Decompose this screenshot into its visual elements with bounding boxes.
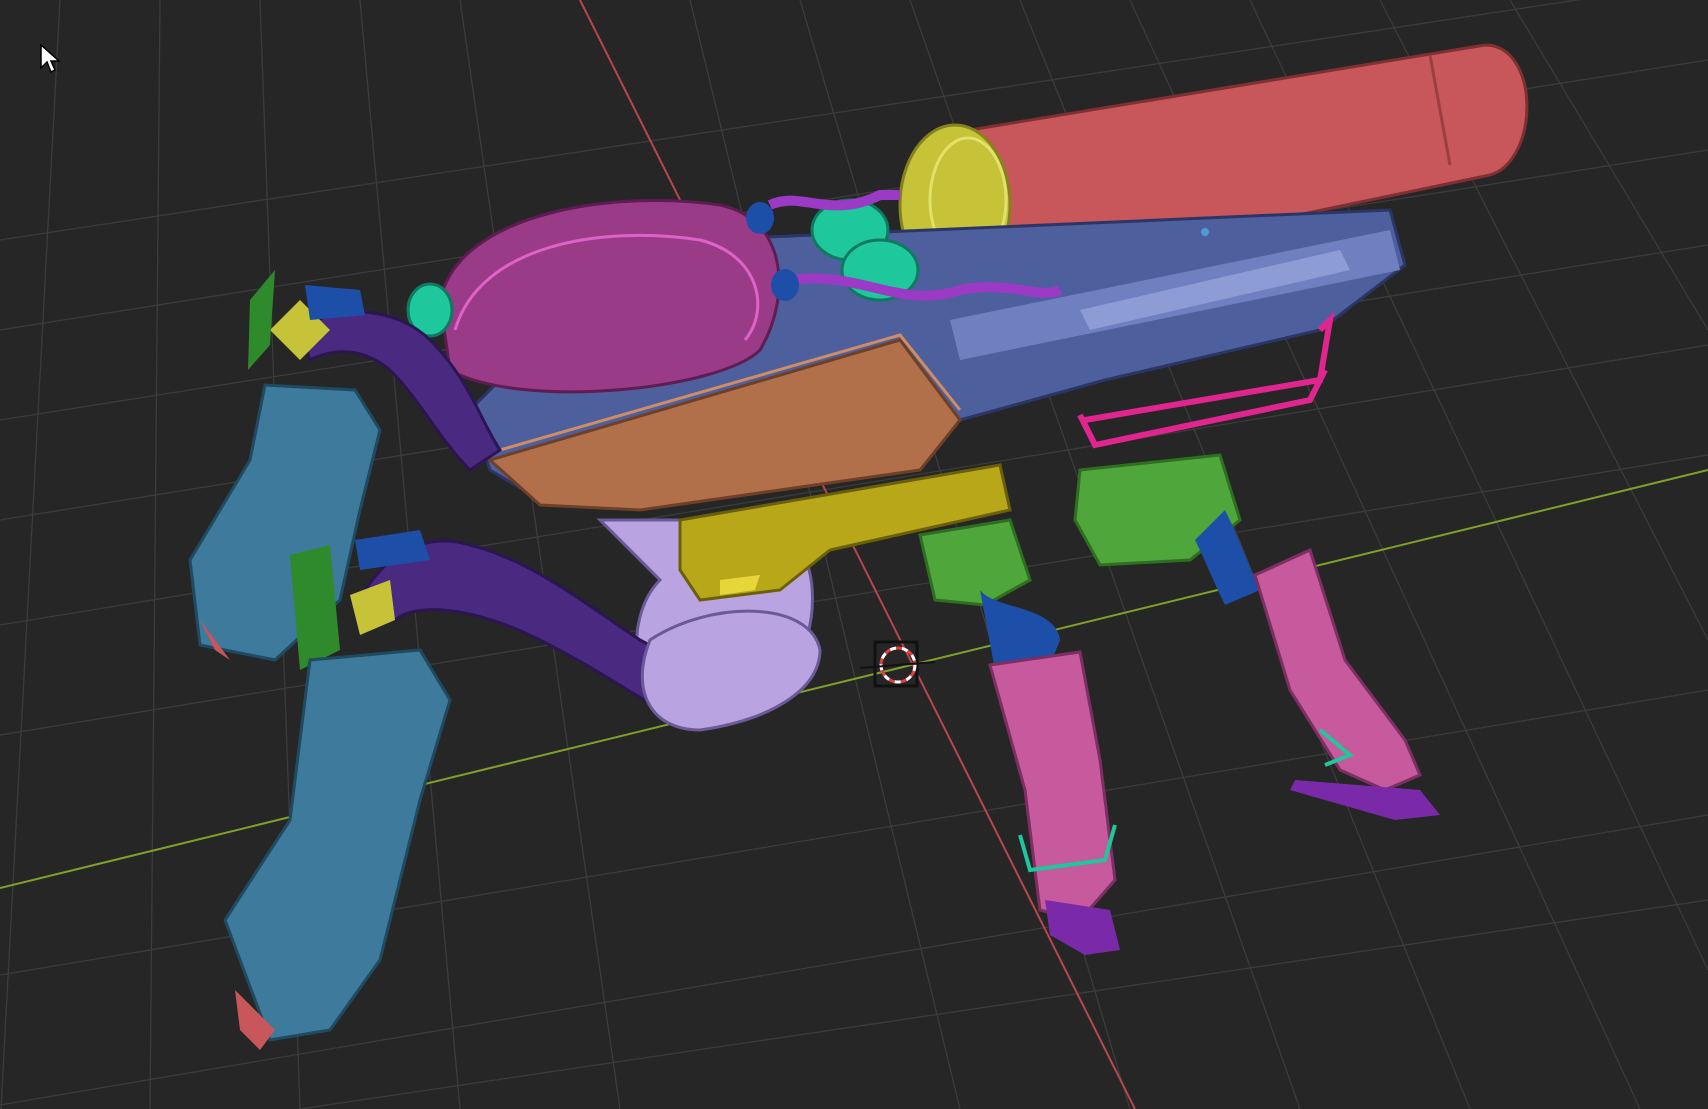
origin-point-icon <box>1201 228 1209 236</box>
pivot-gizmo-icon[interactable] <box>859 640 936 688</box>
3d-scene[interactable] <box>0 0 1708 1109</box>
3d-viewport[interactable] <box>0 0 1708 1109</box>
rear-legs[interactable] <box>918 453 1440 955</box>
mouse-pointer-icon <box>40 44 60 74</box>
